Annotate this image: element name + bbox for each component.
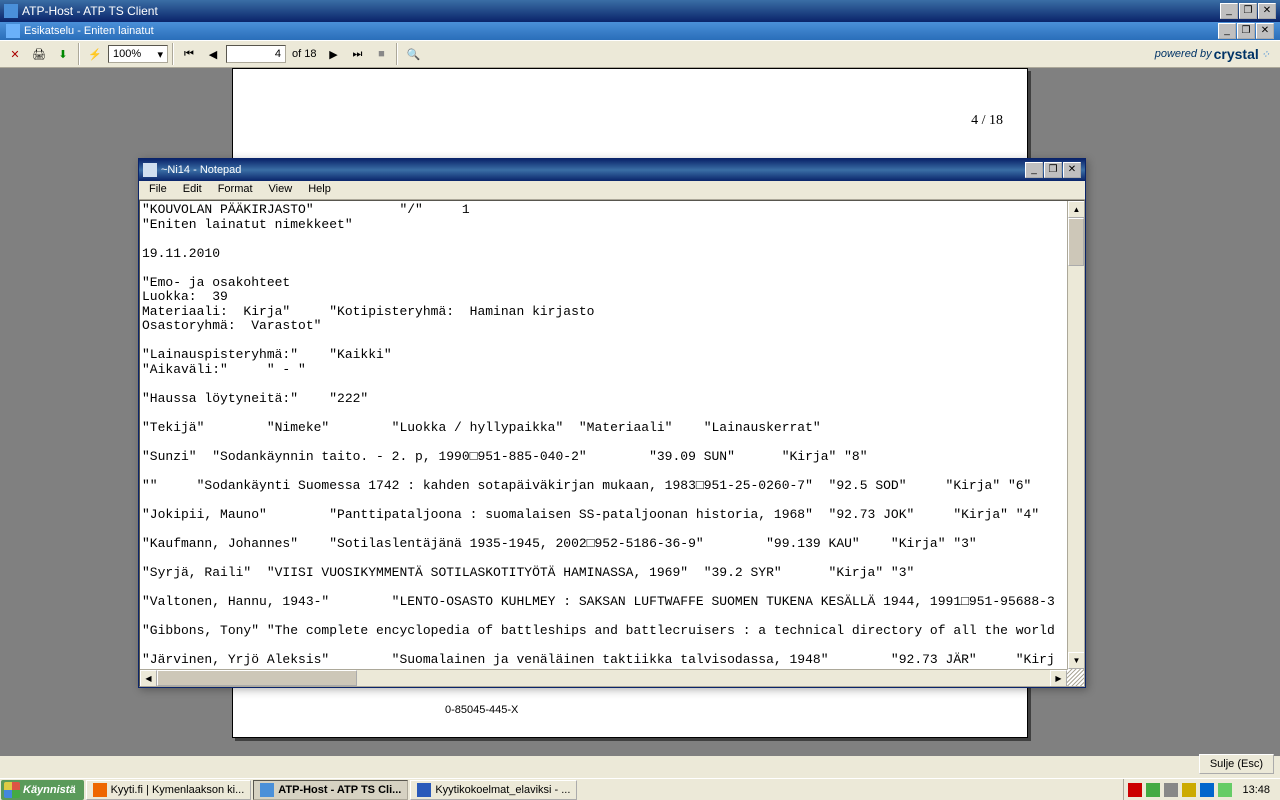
tray-icon[interactable]	[1200, 783, 1214, 797]
sub-minimize-button[interactable]: _	[1218, 23, 1236, 39]
menu-format[interactable]: Format	[210, 181, 261, 199]
page-count-text: 4 / 18	[971, 113, 1003, 129]
notepad-titlebar[interactable]: ~Ni14 - Notepad _ ❐ ✕	[139, 159, 1085, 181]
prev-page-button[interactable]: ◀	[202, 43, 224, 65]
close-button[interactable]: ✕	[1258, 3, 1276, 19]
notepad-title: ~Ni14 - Notepad	[161, 164, 1025, 176]
notepad-maximize-button[interactable]: ❐	[1044, 162, 1062, 178]
taskbar-item[interactable]: Kyyti.fi | Kymenlaakson ki...	[86, 780, 252, 800]
stop-button[interactable]: ■	[370, 43, 392, 65]
tray-icon[interactable]	[1164, 783, 1178, 797]
last-page-button[interactable]: ⏭	[346, 43, 368, 65]
menu-help[interactable]: Help	[300, 181, 339, 199]
menu-view[interactable]: View	[261, 181, 301, 199]
notepad-minimize-button[interactable]: _	[1025, 162, 1043, 178]
page-number-input[interactable]	[226, 45, 286, 63]
close-preview-button[interactable]: ✕	[4, 43, 26, 65]
taskbar: Käynnistä Kyyti.fi | Kymenlaakson ki... …	[0, 778, 1280, 800]
app-icon	[4, 4, 18, 18]
refresh-button[interactable]: ⚡	[84, 43, 106, 65]
start-button[interactable]: Käynnistä	[1, 780, 84, 800]
first-page-button[interactable]: ⏮	[178, 43, 200, 65]
sub-close-button[interactable]: ✕	[1256, 23, 1274, 39]
scroll-left-button[interactable]: ◀	[140, 670, 157, 687]
tray-icon[interactable]	[1218, 783, 1232, 797]
atp-icon	[260, 783, 274, 797]
notepad-close-button[interactable]: ✕	[1063, 162, 1081, 178]
minimize-button[interactable]: _	[1220, 3, 1238, 19]
scroll-up-button[interactable]: ▲	[1068, 201, 1085, 218]
export-button[interactable]: ⬇	[52, 43, 74, 65]
main-title: ATP-Host - ATP TS Client	[22, 4, 1220, 18]
notepad-icon	[143, 163, 157, 177]
print-button[interactable]: 🖨	[28, 43, 50, 65]
vscroll-thumb[interactable]	[1068, 218, 1084, 266]
system-tray: 13:48	[1123, 779, 1280, 800]
sub-maximize-button[interactable]: ❐	[1237, 23, 1255, 39]
taskbar-item[interactable]: Kyytikokoelmat_elaviksi - ...	[410, 780, 577, 800]
menu-file[interactable]: File	[141, 181, 175, 199]
tray-icon[interactable]	[1128, 783, 1142, 797]
preview-toolbar: ✕ 🖨 ⬇ ⚡ 100%▾ ⏮ ◀ of 18 ▶ ⏭ ■ 🔍 powered …	[0, 40, 1280, 68]
resize-grip[interactable]	[1067, 669, 1084, 686]
menu-edit[interactable]: Edit	[175, 181, 210, 199]
search-button[interactable]: 🔍	[402, 43, 424, 65]
taskbar-item[interactable]: ATP-Host - ATP TS Cli...	[253, 780, 408, 800]
zoom-select[interactable]: 100%▾	[108, 45, 168, 63]
crystal-logo: powered bycrystal	[1155, 46, 1270, 62]
tray-icon[interactable]	[1146, 783, 1160, 797]
scroll-down-button[interactable]: ▼	[1068, 652, 1085, 669]
firefox-icon	[93, 783, 107, 797]
hscroll-thumb[interactable]	[157, 670, 357, 686]
page-footer-text: 0-85045-445-X	[445, 703, 518, 717]
main-titlebar: ATP-Host - ATP TS Client _ ❐ ✕	[0, 0, 1280, 22]
notepad-vscrollbar[interactable]: ▲ ▼	[1067, 201, 1084, 669]
preview-icon	[6, 24, 20, 38]
maximize-button[interactable]: ❐	[1239, 3, 1257, 19]
notepad-menubar: File Edit Format View Help	[139, 181, 1085, 200]
notepad-textarea[interactable]: "KOUVOLAN PÄÄKIRJASTO" "/" 1 "Eniten lai…	[139, 200, 1085, 687]
page-of-label: of 18	[288, 48, 320, 60]
scroll-right-button[interactable]: ▶	[1050, 670, 1067, 687]
word-icon	[417, 783, 431, 797]
notepad-window: ~Ni14 - Notepad _ ❐ ✕ File Edit Format V…	[138, 158, 1086, 688]
tray-icon[interactable]	[1182, 783, 1196, 797]
notepad-content[interactable]: "KOUVOLAN PÄÄKIRJASTO" "/" 1 "Eniten lai…	[142, 203, 1055, 667]
close-esc-button[interactable]: Sulje (Esc)	[1199, 754, 1274, 774]
taskbar-clock[interactable]: 13:48	[1236, 784, 1276, 796]
next-page-button[interactable]: ▶	[322, 43, 344, 65]
sub-title: Esikatselu - Eniten lainatut	[24, 25, 1218, 37]
sub-titlebar: Esikatselu - Eniten lainatut _ ❐ ✕	[0, 22, 1280, 40]
notepad-hscrollbar[interactable]: ◀ ▶	[140, 669, 1067, 686]
